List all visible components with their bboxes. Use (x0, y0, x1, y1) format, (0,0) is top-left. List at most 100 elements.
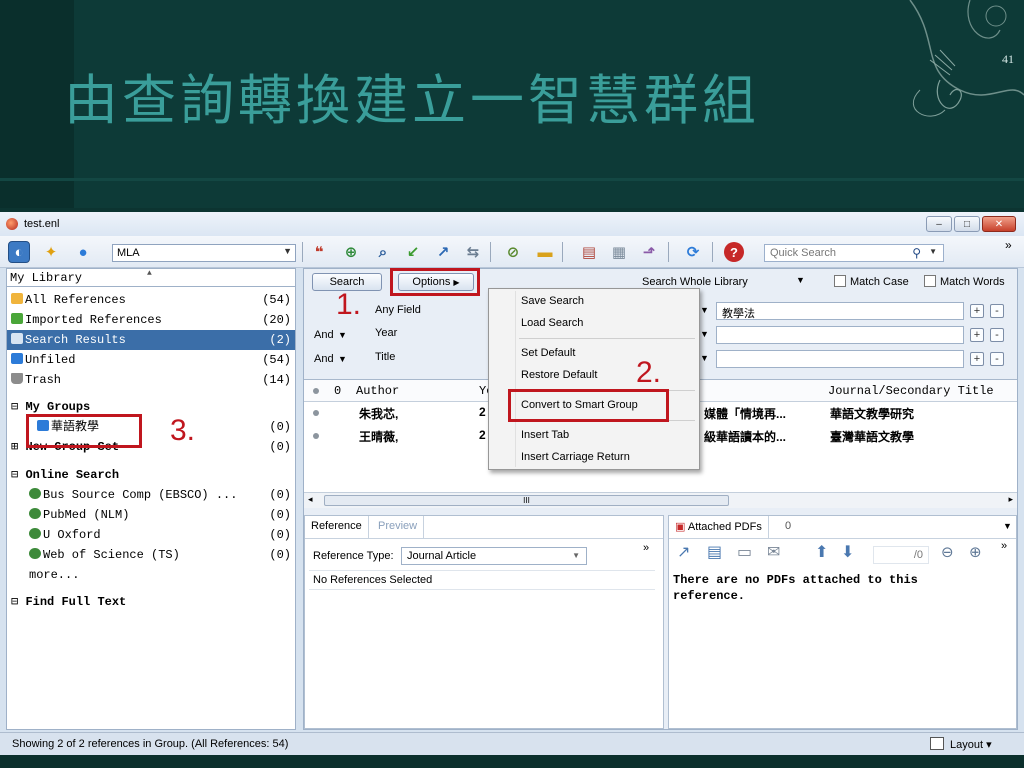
export-icon[interactable]: ↗ (432, 241, 454, 263)
arrow-up-icon[interactable]: ⬆ (815, 542, 828, 562)
panel-overflow-icon[interactable]: » (643, 542, 649, 554)
local-library-mode-icon[interactable]: ◐ (8, 241, 30, 263)
sidebar-item-online-source[interactable]: Web of Science (TS) (0) (7, 545, 295, 565)
help-icon[interactable]: ? (724, 242, 744, 262)
unfiled-folder-icon (11, 353, 23, 364)
output-style-select[interactable]: MLA ▼ (112, 244, 296, 262)
menu-item-restore-default[interactable]: Restore Default (521, 369, 597, 381)
search-value-input[interactable] (716, 326, 964, 344)
search-field-select[interactable]: Any Field (370, 302, 490, 320)
menu-item-save-search[interactable]: Save Search (521, 295, 584, 307)
tab-attached-pdfs[interactable]: ▣ Attached PDFs (669, 516, 769, 538)
collapse-icon: ⊟ (11, 595, 19, 609)
online-search-icon (29, 528, 41, 539)
menu-item-insert-carriage-return[interactable]: Insert Carriage Return (521, 451, 630, 463)
email-icon[interactable]: ✉ (767, 542, 780, 562)
search-field-select[interactable]: Title (370, 349, 490, 367)
sidebar-item-search-results[interactable]: Search Results (2) (7, 330, 295, 350)
sidebar-item-trash[interactable]: Trash (14) (7, 370, 295, 390)
match-words-label: Match Words (940, 276, 1005, 288)
insert-citation-word-icon[interactable]: ▤ (578, 241, 600, 263)
sidebar-item-online-source[interactable]: U Oxford (0) (7, 525, 295, 545)
column-header-author[interactable]: Author (356, 384, 399, 398)
boolean-operator-select[interactable]: And (314, 353, 334, 365)
match-case-checkbox[interactable] (834, 275, 846, 287)
page-indicator[interactable]: /0 (873, 546, 929, 564)
open-pdf-icon[interactable]: ↗ (677, 542, 690, 562)
find-full-text-icon[interactable]: ⌕ (372, 241, 394, 263)
panel-overflow-icon[interactable]: » (1001, 540, 1007, 552)
tab-reference[interactable]: Reference (305, 516, 369, 538)
sidebar-item-online-source[interactable]: Bus Source Comp (EBSCO) ... (0) (7, 485, 295, 505)
my-library-header[interactable]: My Library ▲ (7, 269, 295, 287)
insert-citation-icon[interactable]: ❝ (308, 241, 330, 263)
menu-item-insert-tab[interactable]: Insert Tab (521, 429, 569, 441)
zoom-in-icon[interactable]: ⊕ (969, 543, 982, 561)
return-to-word-icon[interactable]: ⬏ (638, 241, 660, 263)
remove-row-button[interactable]: - (990, 328, 1004, 342)
add-row-button[interactable]: + (970, 304, 984, 318)
column-header-journal[interactable]: Journal/Secondary Title (828, 384, 994, 398)
read-status-dot (313, 433, 319, 439)
match-words-checkbox[interactable] (924, 275, 936, 287)
sidebar-item-unfiled[interactable]: Unfiled (54) (7, 350, 295, 370)
maximize-button[interactable]: □ (954, 216, 980, 232)
close-button[interactable]: ✕ (982, 216, 1016, 232)
expand-icon: ⊞ (11, 440, 19, 454)
boolean-operator-select[interactable]: And (314, 329, 334, 341)
arrow-down-icon[interactable]: ⬇ (841, 542, 854, 562)
remove-row-button[interactable]: - (990, 304, 1004, 318)
slide-bottom-strip (0, 755, 1024, 768)
chevron-down-icon: ▼ (338, 354, 347, 364)
find-full-text-header[interactable]: ⊟ Find Full Text (7, 592, 295, 612)
online-search-header[interactable]: ⊟ Online Search (7, 465, 295, 485)
horizontal-scrollbar[interactable]: ◂ III ▸ (304, 492, 1017, 508)
match-case-label: Match Case (850, 276, 909, 288)
toolbar-separator (712, 242, 713, 262)
all-references-icon (11, 293, 23, 304)
reference-type-select[interactable]: Journal Article ▼ (401, 547, 587, 565)
annotation-box-convert (508, 389, 669, 422)
scroll-right-icon[interactable]: ▸ (1008, 494, 1013, 505)
attachment-column-icon[interactable]: 0 (334, 384, 341, 398)
trash-icon (11, 373, 23, 384)
sidebar-item-all-references[interactable]: All References (54) (7, 290, 295, 310)
no-pdfs-message: There are no PDFs attached to this refer… (673, 573, 918, 603)
zoom-out-icon[interactable]: ⊖ (941, 543, 954, 561)
sidebar-item-imported-references[interactable]: Imported References (20) (7, 310, 295, 330)
paperclip-icon[interactable]: 0 (779, 516, 797, 538)
open-link-icon[interactable]: ⊘ (502, 241, 524, 263)
search-value-input[interactable] (716, 350, 964, 368)
minimize-button[interactable]: – (926, 216, 952, 232)
online-search-more-link[interactable]: more... (7, 565, 295, 585)
slide-divider-line (0, 178, 1024, 181)
search-scope-select[interactable]: Search Whole Library (642, 276, 748, 288)
format-bibliography-icon[interactable]: ▦ (608, 241, 630, 263)
quick-search-input[interactable]: Quick Search ⚲ ▼ (764, 244, 944, 262)
online-search-mode-icon[interactable]: ✦ (40, 241, 62, 263)
print-icon[interactable]: ▭ (737, 542, 752, 562)
add-row-button[interactable]: + (970, 328, 984, 342)
scroll-left-icon[interactable]: ◂ (308, 494, 313, 505)
integrated-library-mode-icon[interactable]: ● (72, 241, 94, 263)
menu-item-set-default[interactable]: Set Default (521, 347, 575, 359)
layout-button[interactable]: Layout ▾ (950, 738, 992, 751)
save-icon[interactable]: ▤ (707, 542, 722, 562)
search-field-select[interactable]: Year (370, 325, 490, 343)
open-file-icon[interactable]: ▬ (534, 241, 556, 263)
sidebar-item-online-source[interactable]: PubMed (NLM) (0) (7, 505, 295, 525)
add-row-button[interactable]: + (970, 352, 984, 366)
sync-icon[interactable]: ⟳ (682, 241, 704, 263)
online-connect-icon[interactable]: ⇆ (462, 241, 484, 263)
import-icon[interactable]: ↙ (402, 241, 424, 263)
new-reference-icon[interactable]: ⊕ (340, 241, 362, 263)
annotation-step-2: 2. (636, 356, 662, 389)
scrollbar-thumb[interactable]: III (324, 495, 729, 506)
search-value-input[interactable]: 教學法 (716, 302, 964, 320)
panel-menu-icon[interactable]: ▼ (1003, 521, 1012, 531)
online-search-icon (29, 548, 41, 559)
toolbar-overflow-icon[interactable]: » (1005, 238, 1012, 252)
remove-row-button[interactable]: - (990, 352, 1004, 366)
menu-item-load-search[interactable]: Load Search (521, 317, 583, 329)
tab-preview[interactable]: Preview (372, 516, 425, 538)
